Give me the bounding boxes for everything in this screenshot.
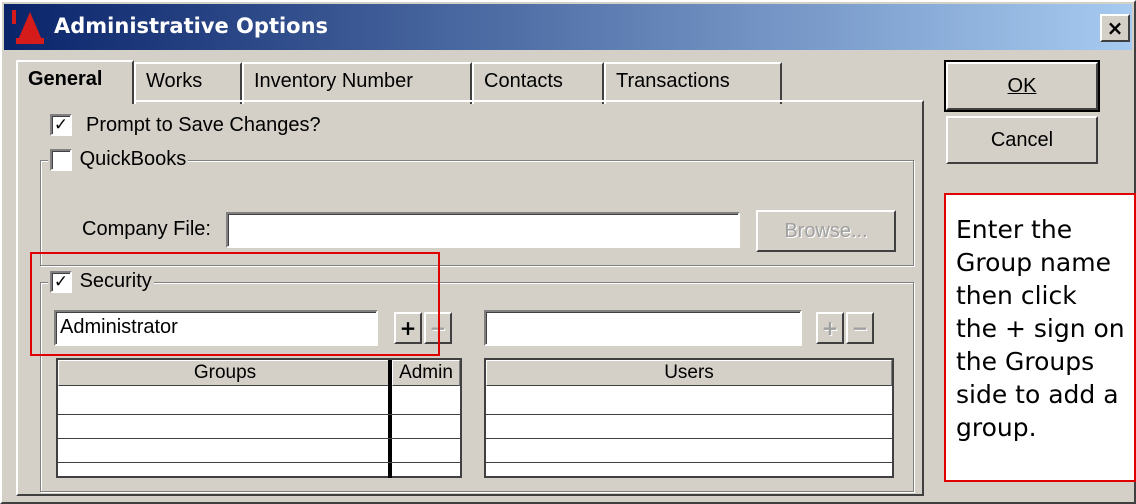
plus-icon: +	[821, 316, 839, 340]
users-column-header[interactable]: Users	[486, 360, 892, 386]
company-file-input[interactable]	[226, 212, 740, 248]
quickbooks-checkbox[interactable]	[50, 148, 72, 171]
tab-inventory-number[interactable]: Inventory Number	[242, 62, 472, 104]
tab-contacts[interactable]: Contacts	[472, 62, 604, 104]
cancel-button[interactable]: Cancel	[946, 116, 1098, 164]
column-divider	[388, 360, 392, 478]
add-user-button[interactable]: +	[816, 312, 844, 344]
minus-icon: −	[851, 316, 869, 340]
table-row[interactable]	[58, 438, 460, 439]
tab-general[interactable]: General	[16, 60, 134, 104]
table-row[interactable]	[58, 462, 460, 463]
remove-user-button[interactable]: −	[846, 312, 874, 344]
table-row[interactable]	[486, 438, 892, 439]
quickbooks-legend: QuickBooks	[48, 148, 189, 171]
tab-works[interactable]: Works	[134, 62, 242, 104]
tab-label: Transactions	[616, 70, 730, 92]
ok-button[interactable]: OK	[944, 60, 1100, 112]
tab-label: Contacts	[484, 70, 563, 92]
instruction-callout: Enter the Group name then click the + si…	[944, 193, 1136, 482]
groups-table[interactable]: Groups Admin	[56, 358, 462, 478]
users-table[interactable]: Users	[484, 358, 894, 478]
tab-label: Inventory Number	[254, 70, 413, 92]
highlight-box	[30, 252, 440, 356]
table-row[interactable]	[58, 414, 460, 415]
quickbooks-label: QuickBooks	[79, 148, 187, 170]
close-icon: ×	[1106, 16, 1124, 40]
tab-label: Works	[146, 70, 203, 92]
browse-button[interactable]: Browse...	[756, 210, 896, 252]
tab-label: General	[28, 68, 103, 90]
ok-label: OK	[1007, 74, 1037, 97]
table-row[interactable]	[486, 414, 892, 415]
company-file-label: Company File:	[82, 218, 211, 240]
app-logo-icon	[12, 10, 44, 44]
user-name-input[interactable]	[484, 310, 802, 346]
browse-label: Browse...	[784, 219, 868, 242]
tab-transactions[interactable]: Transactions	[604, 62, 782, 104]
table-row[interactable]	[486, 462, 892, 463]
close-button[interactable]: ×	[1100, 14, 1130, 42]
admin-column-header[interactable]: Admin	[392, 360, 460, 386]
cancel-label: Cancel	[990, 128, 1054, 151]
window-title: Administrative Options	[54, 14, 329, 38]
title-bar[interactable]: Administrative Options ×	[4, 4, 1132, 50]
groups-column-header[interactable]: Groups	[58, 360, 392, 386]
prompt-save-checkbox[interactable]: ✓	[50, 114, 72, 136]
prompt-save-label: Prompt to Save Changes?	[86, 114, 321, 136]
